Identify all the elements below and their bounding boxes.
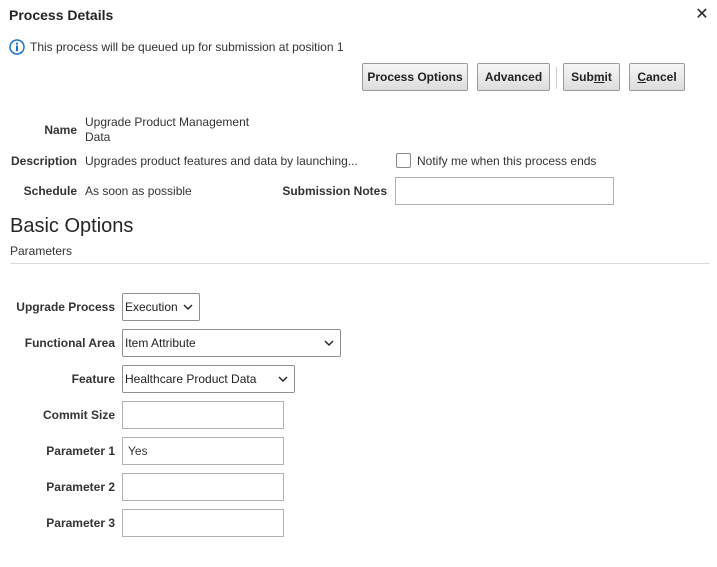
cancel-label-post: ancel: [645, 70, 677, 84]
parameter2-input[interactable]: [122, 473, 284, 501]
upgrade-process-select[interactable]: Execution: [122, 293, 200, 321]
cancel-label-mnemonic: C: [637, 70, 646, 84]
submit-button[interactable]: Sub m it: [563, 63, 620, 91]
functional-area-value: Item Attribute: [125, 336, 196, 350]
feature-label: Feature: [71, 372, 115, 386]
info-icon: [9, 39, 25, 55]
chevron-down-icon: [183, 304, 193, 310]
section-title: Basic Options: [10, 215, 134, 237]
feature-value: Healthcare Product Data: [125, 372, 257, 386]
notify-checkbox[interactable]: [396, 153, 411, 168]
parameter2-label: Parameter 2: [46, 480, 115, 494]
info-text: This process will be queued up for submi…: [30, 40, 344, 54]
notify-label: Notify me when this process ends: [417, 154, 597, 168]
divider: [10, 263, 710, 264]
submission-notes-input[interactable]: [395, 177, 614, 205]
submit-label-mnemonic: m: [593, 70, 605, 84]
name-label: Name: [44, 123, 77, 137]
functional-area-select[interactable]: Item Attribute: [122, 329, 341, 357]
name-value-line2: Data: [85, 130, 111, 144]
parameter3-label: Parameter 3: [46, 516, 115, 530]
submit-label-post: it: [604, 70, 612, 84]
close-icon[interactable]: ✕: [693, 6, 711, 24]
commit-size-input[interactable]: [122, 401, 284, 429]
chevron-down-icon: [324, 340, 334, 346]
cancel-button[interactable]: Cancel: [629, 63, 685, 91]
parameters-subtitle: Parameters: [10, 244, 73, 258]
schedule-label: Schedule: [23, 184, 77, 198]
chevron-down-icon: [278, 376, 288, 382]
upgrade-process-value: Execution: [125, 300, 178, 314]
description-value: Upgrades product features and data by la…: [85, 154, 358, 168]
parameter3-input[interactable]: [122, 509, 284, 537]
info-message: This process will be queued up for submi…: [9, 39, 344, 55]
advanced-button[interactable]: Advanced: [477, 63, 550, 91]
dialog-title: Process Details: [9, 7, 114, 23]
name-value-line1: Upgrade Product Management: [85, 115, 250, 129]
upgrade-process-label: Upgrade Process: [16, 300, 115, 314]
parameter1-label: Parameter 1: [46, 444, 115, 458]
description-label: Description: [10, 154, 77, 168]
submission-notes-label: Submission Notes: [282, 184, 387, 198]
commit-size-label: Commit Size: [42, 408, 115, 422]
process-options-button[interactable]: Process Options: [362, 63, 468, 91]
parameter1-input[interactable]: Yes: [122, 437, 284, 465]
schedule-value: As soon as possible: [85, 184, 192, 198]
toolbar-separator: [556, 67, 557, 89]
submit-label-pre: Sub: [571, 70, 594, 84]
functional-area-label: Functional Area: [24, 336, 115, 350]
feature-select[interactable]: Healthcare Product Data: [122, 365, 295, 393]
